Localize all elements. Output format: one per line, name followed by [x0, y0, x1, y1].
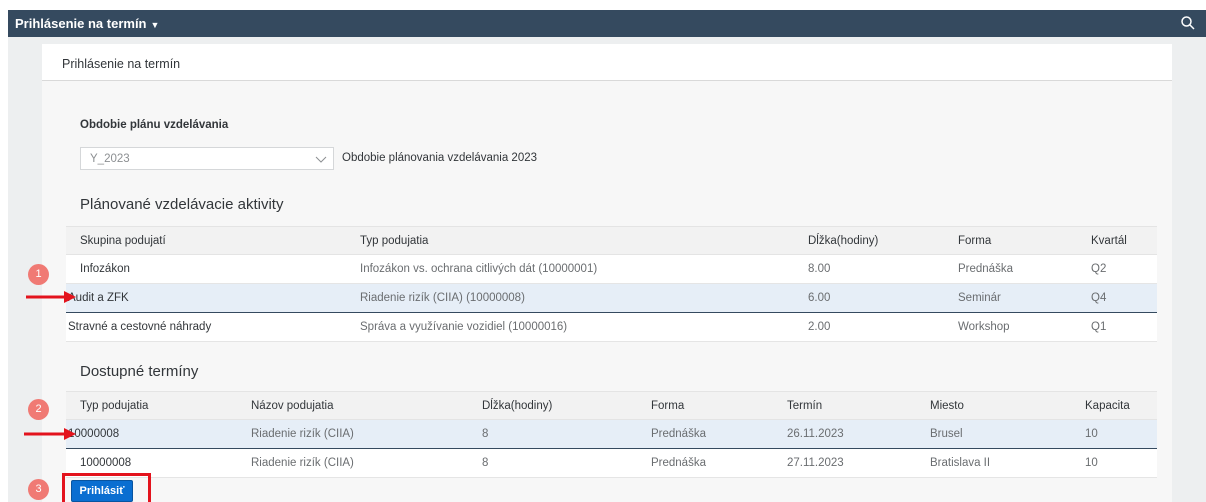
shell-bar: Prihlásenie na termín ▼	[8, 10, 1206, 37]
step-badge: 1	[28, 264, 49, 285]
table-cell: Q2	[1091, 263, 1107, 275]
table-cell: Správa a využívanie vozidiel (10000016)	[360, 321, 568, 333]
page-header: Prihlásenie na termín	[42, 44, 1172, 81]
column-header: Dĺžka(hodiny)	[482, 400, 553, 412]
table-cell: Stravné a cestovné náhrady	[68, 321, 212, 333]
step-badge: 2	[28, 399, 49, 420]
column-header: Skupina podujatí	[80, 235, 166, 247]
table-cell: 10	[1085, 428, 1098, 440]
available-dates-table: Typ podujatia Názov podujatia Dĺžka(hodi…	[66, 391, 1157, 478]
register-button[interactable]: Prihlásiť	[71, 480, 133, 502]
table-cell: Bratislava II	[930, 457, 991, 469]
search-icon[interactable]	[1180, 15, 1196, 31]
table-cell: 27.11.2023	[787, 457, 844, 469]
chevron-down-icon	[315, 156, 327, 163]
period-select[interactable]: Y_2023	[80, 147, 334, 170]
table-cell: Q4	[1091, 292, 1107, 304]
column-header: Dĺžka(hodiny)	[808, 235, 879, 247]
column-header: Typ podujatia	[360, 235, 429, 247]
step-badge: 3	[28, 479, 49, 500]
top-strip	[0, 0, 1206, 10]
column-header: Názov podujatia	[251, 400, 334, 412]
period-description: Obdobie plánovania vzdelávania 2023	[342, 152, 538, 164]
planned-activities-table: Skupina podujatí Typ podujatia Dĺžka(hod…	[66, 226, 1157, 342]
period-select-value: Y_2023	[90, 153, 130, 165]
table-cell: 10	[1085, 457, 1098, 469]
table-cell: Infozákon	[80, 263, 130, 275]
available-dates-title: Dostupné termíny	[80, 363, 199, 380]
table-cell: Prednáška	[958, 263, 1013, 275]
table-row-selected[interactable]: 10000008 Riadenie rizík (CIIA) 8 Prednáš…	[66, 420, 1157, 449]
column-header: Forma	[958, 235, 992, 247]
table-cell: Riadenie rizík (CIIA) (10000008)	[360, 292, 525, 304]
table-cell: 8	[482, 428, 489, 440]
table-cell: 8.00	[808, 263, 831, 275]
app-title-menu[interactable]: Prihlásenie na termín ▼	[15, 16, 159, 31]
table-cell: 10000008	[80, 457, 132, 469]
table-cell: 6.00	[808, 292, 831, 304]
table-row[interactable]: Infozákon Infozákon vs. ochrana citlivýc…	[66, 255, 1157, 284]
table-cell: Prednáška	[651, 428, 706, 440]
table-cell: Infozákon vs. ochrana citlivých dát (100…	[360, 263, 598, 275]
column-header: Termín	[787, 400, 823, 412]
table-cell: Seminár	[958, 292, 1001, 304]
planned-activities-title: Plánované vzdelávacie aktivity	[80, 196, 284, 213]
table-row[interactable]: Stravné a cestovné náhrady Správa a využ…	[66, 313, 1157, 342]
column-header: Typ podujatia	[80, 400, 149, 412]
table-cell: Prednáška	[651, 457, 706, 469]
column-header: Miesto	[930, 400, 964, 412]
page-title: Prihlásenie na termín	[62, 57, 181, 71]
table-header: Typ podujatia Názov podujatia Dĺžka(hodi…	[66, 391, 1157, 420]
column-header: Kapacita	[1085, 400, 1130, 412]
table-row[interactable]: 10000008 Riadenie rizík (CIIA) 8 Prednáš…	[66, 449, 1157, 478]
table-cell: 2.00	[808, 321, 831, 333]
red-arrow-icon	[26, 291, 76, 303]
column-header: Forma	[651, 400, 685, 412]
caret-down-icon: ▼	[150, 20, 160, 30]
table-cell: Brusel	[930, 428, 963, 440]
red-arrow-icon	[24, 428, 76, 440]
table-cell: Workshop	[958, 321, 1010, 333]
table-row-selected[interactable]: Audit a ZFK Riadenie rizík (CIIA) (10000…	[66, 284, 1157, 313]
table-cell: Riadenie rizík (CIIA)	[251, 457, 354, 469]
table-cell: 8	[482, 457, 489, 469]
period-label: Obdobie plánu vzdelávania	[80, 119, 229, 131]
column-header: Kvartál	[1091, 235, 1127, 247]
table-header: Skupina podujatí Typ podujatia Dĺžka(hod…	[66, 226, 1157, 255]
app-title: Prihlásenie na termín	[15, 16, 147, 31]
table-cell: 26.11.2023	[787, 428, 844, 440]
table-cell: Q1	[1091, 321, 1107, 333]
table-cell: Riadenie rizík (CIIA)	[251, 428, 354, 440]
table-cell: Audit a ZFK	[68, 292, 129, 304]
